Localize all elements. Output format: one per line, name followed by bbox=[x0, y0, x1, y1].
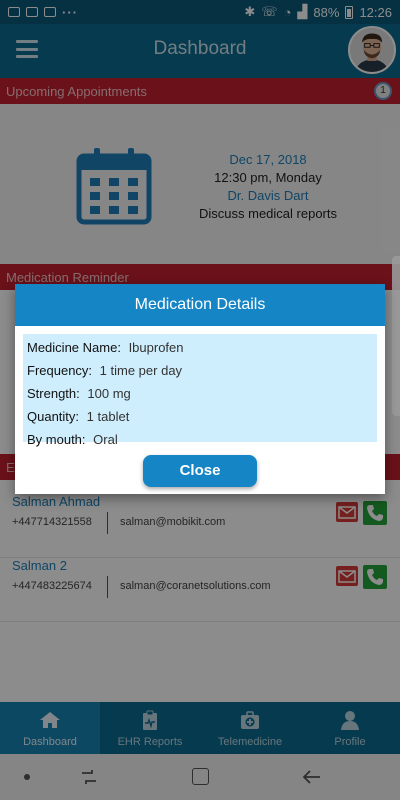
medication-details-dialog: Medication Details Medicine Name: Ibupro… bbox=[15, 284, 385, 494]
detail-value: Oral bbox=[93, 432, 118, 447]
detail-label: Quantity: bbox=[27, 409, 80, 424]
detail-label: Medicine Name: bbox=[27, 340, 121, 355]
medication-details-list: Medicine Name: Ibuprofen Frequency: 1 ti… bbox=[23, 334, 377, 447]
detail-label: Frequency: bbox=[27, 363, 93, 378]
detail-row-frequency: Frequency: 1 time per day bbox=[27, 359, 373, 382]
detail-value: 1 time per day bbox=[99, 363, 183, 378]
detail-label: By mouth: bbox=[27, 432, 86, 447]
detail-value: Ibuprofen bbox=[128, 340, 184, 355]
close-button[interactable]: Close bbox=[143, 455, 257, 487]
detail-value: 100 mg bbox=[87, 386, 131, 401]
detail-row-quantity: Quantity: 1 tablet bbox=[27, 405, 373, 428]
detail-row-medicine: Medicine Name: Ibuprofen bbox=[27, 336, 373, 359]
detail-row-route: By mouth: Oral bbox=[27, 428, 373, 451]
edge-panel-handle[interactable] bbox=[392, 256, 400, 416]
detail-row-strength: Strength: 100 mg bbox=[27, 382, 373, 405]
detail-label: Strength: bbox=[27, 386, 80, 401]
dialog-title: Medication Details bbox=[15, 284, 385, 326]
detail-value: 1 tablet bbox=[86, 409, 130, 424]
